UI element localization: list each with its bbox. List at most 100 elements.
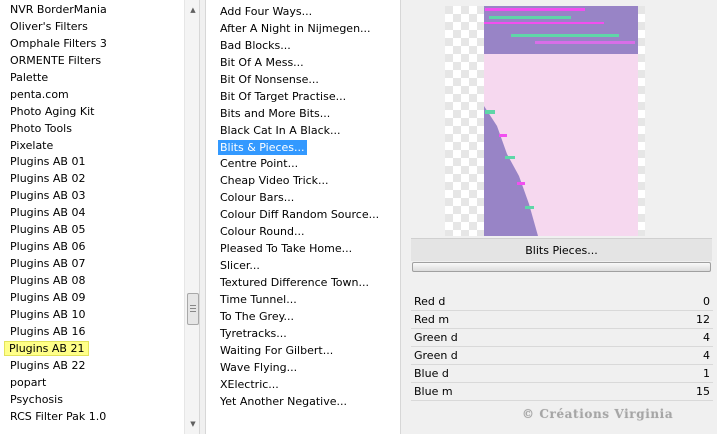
category-item-label: Photo Tools — [10, 121, 72, 135]
filter-item-bits-and-more-bits[interactable]: Bits and More Bits... — [206, 106, 400, 123]
filter-item-yet-another-negative[interactable]: Yet Another Negative... — [206, 394, 400, 411]
filter-item-label: After A Night in Nijmegen... — [220, 21, 371, 35]
parameter-value[interactable]: 15 — [696, 383, 710, 400]
filter-item-bit-of-target-practise[interactable]: Bit Of Target Practise... — [206, 89, 400, 106]
parameter-value[interactable]: 0 — [703, 293, 710, 310]
category-item-pixelate[interactable]: Pixelate — [0, 138, 184, 155]
filter-item-label: Waiting For Gilbert... — [220, 343, 334, 357]
filter-title-bar: Blits Pieces... — [411, 238, 712, 261]
scroll-down-arrow-icon[interactable]: ▼ — [185, 416, 199, 432]
category-item-plugins-ab-02[interactable]: Plugins AB 02 — [0, 171, 184, 188]
filter-item-textured-difference-town[interactable]: Textured Difference Town... — [206, 275, 400, 292]
category-item-plugins-ab-21[interactable]: Plugins AB 21 — [0, 340, 184, 358]
category-item-nvr-bordermania[interactable]: NVR BorderMania — [0, 2, 184, 19]
category-item-plugins-ab-07[interactable]: Plugins AB 07 — [0, 256, 184, 273]
category-item-plugins-ab-09[interactable]: Plugins AB 09 — [0, 290, 184, 307]
category-item-label: Plugins AB 10 — [10, 307, 86, 321]
filter-item-black-cat-in-a-black[interactable]: Black Cat In A Black... — [206, 123, 400, 140]
category-item-oliver-s-filters[interactable]: Oliver's Filters — [0, 19, 184, 36]
category-item-penta-com[interactable]: penta.com — [0, 87, 184, 104]
category-item-label: ORMENTE Filters — [10, 53, 102, 67]
parameter-row[interactable]: Green d 4 — [411, 329, 713, 347]
category-item-plugins-ab-22[interactable]: Plugins AB 22 — [0, 358, 184, 375]
category-item-label: Plugins AB 01 — [10, 155, 86, 169]
parameter-value[interactable]: 1 — [703, 365, 710, 382]
category-item-omphale-filters-3[interactable]: Omphale Filters 3 — [0, 36, 184, 53]
category-item-rcs-filter-pak-1-0[interactable]: RCS Filter Pak 1.0 — [0, 409, 184, 426]
category-item-label: Psychosis — [10, 392, 63, 406]
filter-item-blits-pieces[interactable]: Blits & Pieces... — [206, 139, 400, 157]
filter-item-waiting-for-gilbert[interactable]: Waiting For Gilbert... — [206, 343, 400, 360]
category-item-label: Plugins AB 21 — [4, 340, 90, 356]
parameter-label: Red d — [414, 295, 446, 308]
filter-preview-image — [445, 6, 645, 236]
parameter-row[interactable]: Blue d 1 — [411, 365, 713, 383]
filter-item-label: Bad Blocks... — [220, 38, 291, 52]
parameter-label: Red m — [414, 313, 450, 326]
parameter-row[interactable]: Green d 4 — [411, 347, 713, 365]
filter-item-label: Wave Flying... — [220, 360, 298, 374]
category-item-label: Plugins AB 22 — [10, 358, 86, 372]
filter-item-slicer[interactable]: Slicer... — [206, 258, 400, 275]
parameter-row[interactable]: Blue m 15 — [411, 383, 713, 401]
category-item-label: Plugins AB 08 — [10, 274, 86, 287]
filter-item-wave-flying[interactable]: Wave Flying... — [206, 360, 400, 377]
filter-item-bad-blocks[interactable]: Bad Blocks... — [206, 38, 400, 55]
filter-item-centre-point[interactable]: Centre Point... — [206, 156, 400, 173]
filter-item-bit-of-nonsense[interactable]: Bit Of Nonsense... — [206, 72, 400, 89]
parameter-value[interactable]: 4 — [703, 329, 710, 346]
filter-item-colour-bars[interactable]: Colour Bars... — [206, 190, 400, 207]
filter-item-add-four-ways[interactable]: Add Four Ways... — [206, 4, 400, 21]
category-item-label: popart — [10, 375, 47, 389]
category-item-plugins-ab-04[interactable]: Plugins AB 04 — [0, 205, 184, 222]
parameter-label: Blue m — [414, 385, 453, 398]
filter-item-after-a-night-in-nijmegen[interactable]: After A Night in Nijmegen... — [206, 21, 400, 38]
category-scrollbar[interactable]: ▲ ▼ — [184, 0, 199, 434]
category-item-popart[interactable]: popart — [0, 375, 184, 392]
filter-item-label: Bits and More Bits... — [220, 106, 331, 120]
filter-item-pleased-to-take-home[interactable]: Pleased To Take Home... — [206, 241, 400, 258]
scroll-up-arrow-icon[interactable]: ▲ — [185, 2, 199, 18]
category-item-plugins-ab-16[interactable]: Plugins AB 16 — [0, 324, 184, 341]
category-item-label: Pixelate — [10, 138, 54, 152]
category-item-label: Plugins AB 04 — [10, 206, 86, 220]
filter-item-label: Add Four Ways... — [220, 5, 313, 18]
filter-item-label: Textured Difference Town... — [220, 276, 369, 289]
filter-item-label: Slicer... — [220, 259, 260, 273]
parameter-row[interactable]: Red d 0 — [411, 293, 713, 311]
category-item-plugins-ab-06[interactable]: Plugins AB 06 — [0, 239, 184, 256]
filter-item-colour-round[interactable]: Colour Round... — [206, 224, 400, 241]
category-item-plugins-ab-01[interactable]: Plugins AB 01 — [0, 154, 184, 171]
progress-bar — [412, 262, 711, 272]
category-item-label: Plugins AB 02 — [10, 172, 86, 186]
parameter-value[interactable]: 12 — [696, 311, 710, 328]
category-item-plugins-ab-08[interactable]: Plugins AB 08 — [0, 273, 184, 290]
filter-item-colour-diff-random-source[interactable]: Colour Diff Random Source... — [206, 207, 400, 224]
category-item-photo-aging-kit[interactable]: Photo Aging Kit — [0, 104, 184, 121]
filter-item-label: To The Grey... — [220, 309, 295, 323]
filter-item-label: Bit Of Target Practise... — [220, 89, 347, 103]
filter-item-cheap-video-trick[interactable]: Cheap Video Trick... — [206, 173, 400, 190]
filter-item-label: XElectric... — [220, 377, 279, 391]
category-item-ormente-filters[interactable]: ORMENTE Filters — [0, 53, 184, 70]
parameter-row[interactable]: Red m 12 — [411, 311, 713, 329]
category-item-plugins-ab-10[interactable]: Plugins AB 10 — [0, 307, 184, 324]
filter-item-to-the-grey[interactable]: To The Grey... — [206, 309, 400, 326]
parameter-value[interactable]: 4 — [703, 347, 710, 364]
filter-item-bit-of-a-mess[interactable]: Bit Of A Mess... — [206, 55, 400, 72]
category-item-palette[interactable]: Palette — [0, 70, 184, 87]
filter-item-tyretracks[interactable]: Tyretracks... — [206, 326, 400, 343]
category-item-plugins-ab-03[interactable]: Plugins AB 03 — [0, 188, 184, 205]
filter-item-time-tunnel[interactable]: Time Tunnel... — [206, 292, 400, 309]
scrollbar-thumb[interactable] — [187, 293, 199, 325]
category-item-photo-tools[interactable]: Photo Tools — [0, 121, 184, 138]
filter-item-label: Centre Point... — [220, 157, 299, 171]
filter-item-xelectric[interactable]: XElectric... — [206, 377, 400, 394]
category-item-label: Plugins AB 09 — [10, 290, 86, 304]
category-item-label: Photo Aging Kit — [10, 104, 95, 118]
filter-item-label: Colour Bars... — [220, 191, 295, 205]
preview-artwork — [445, 6, 645, 236]
category-item-plugins-ab-05[interactable]: Plugins AB 05 — [0, 222, 184, 239]
category-item-psychosis[interactable]: Psychosis — [0, 392, 184, 409]
category-item-label: Plugins AB 16 — [10, 324, 86, 338]
